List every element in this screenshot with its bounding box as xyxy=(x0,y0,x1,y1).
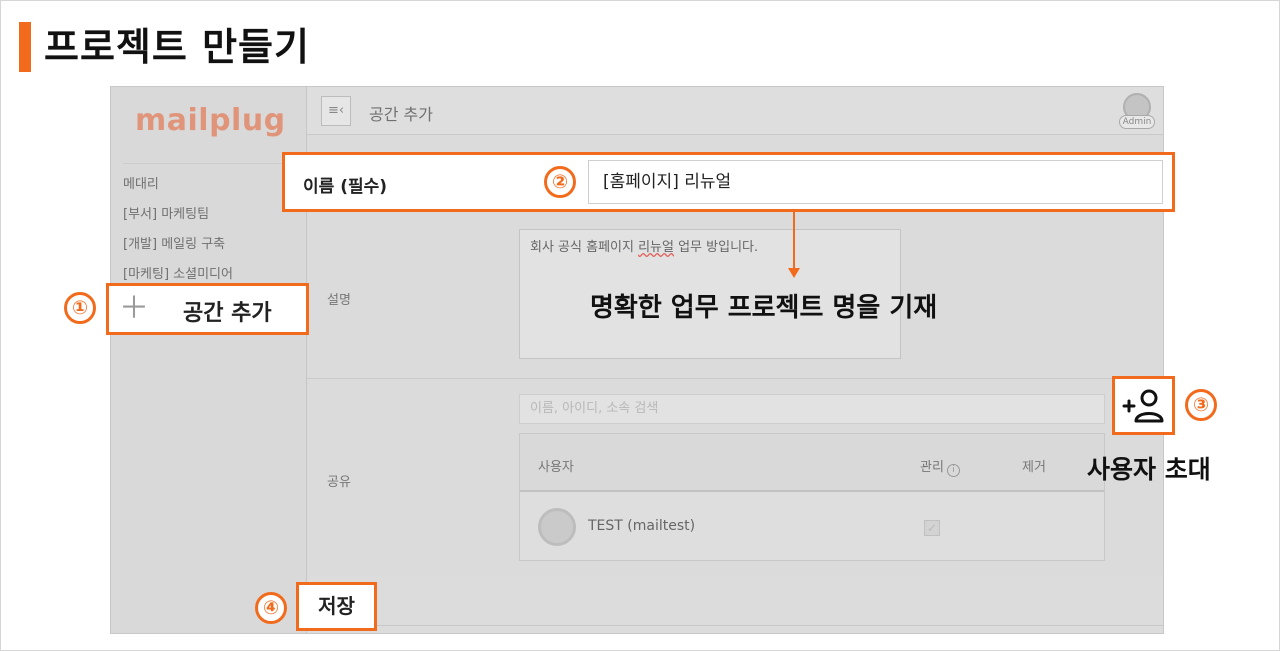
header-remove: 제거 xyxy=(1022,460,1046,475)
invite-user-button[interactable] xyxy=(1112,376,1175,435)
topbar-title: 공간 추가 xyxy=(369,105,433,124)
plus-icon: ＋ xyxy=(119,291,149,326)
sidebar: mailplug 메대리 [부서] 마케팅팀 [개발] 메일링 구축 [마케팅]… xyxy=(111,87,307,633)
header-user: 사용자 xyxy=(538,460,574,475)
info-icon[interactable]: i xyxy=(946,464,960,477)
title-accent-bar xyxy=(19,22,31,72)
share-label: 공유 xyxy=(327,475,351,490)
save-button[interactable]: 저장 xyxy=(296,582,377,631)
user-table: 사용자 관리 i 제거 TEST (mailtest) ✓ xyxy=(519,433,1105,561)
add-space-label: 공간 추가 xyxy=(183,301,272,326)
save-label: 저장 xyxy=(318,594,355,618)
user-name: TEST (mailtest) xyxy=(588,518,696,534)
page-title: 프로젝트 만들기 xyxy=(44,25,310,69)
name-input[interactable]: [홈페이지] 리뉴얼 xyxy=(588,160,1163,204)
callout-arrow-head xyxy=(788,268,800,278)
topbar: ≡‹ 공간 추가 Admin xyxy=(307,87,1163,135)
step-3-badge: ③ xyxy=(1185,389,1217,421)
invite-hint: 사용자 초대 xyxy=(1087,455,1211,484)
admin-avatar[interactable]: Admin xyxy=(1119,93,1155,129)
row-divider xyxy=(307,378,1163,379)
step-4-badge: ④ xyxy=(255,592,287,624)
user-avatar xyxy=(538,508,576,546)
step-2-badge: ② xyxy=(544,166,576,198)
sidebar-item[interactable]: 메대리 xyxy=(123,173,159,192)
description-label: 설명 xyxy=(327,293,351,308)
table-header: 사용자 관리 i 제거 xyxy=(520,434,1104,492)
sidebar-item[interactable]: [개발] 메일링 구축 xyxy=(123,233,225,252)
name-hint: 명확한 업무 프로젝트 명을 기재 xyxy=(590,293,938,323)
name-label: 이름 (필수) xyxy=(303,177,388,197)
admin-checkbox[interactable]: ✓ xyxy=(924,520,940,536)
sidebar-item[interactable]: [마케팅] 소셜미디어 xyxy=(123,263,233,282)
step-1-badge: ① xyxy=(64,292,96,324)
add-space-button[interactable]: ＋ 공간 추가 xyxy=(106,283,309,335)
callout-arrow xyxy=(793,212,795,272)
user-search-input[interactable]: 이름, 아이디, 소속 검색 xyxy=(519,394,1105,424)
sidebar-collapse-icon[interactable]: ≡‹ xyxy=(321,96,351,126)
app-logo: mailplug xyxy=(135,103,286,138)
name-row-highlight: 이름 (필수) [홈페이지] 리뉴얼 xyxy=(282,152,1175,212)
sidebar-item[interactable]: [부서] 마케팅팀 xyxy=(123,203,209,222)
sidebar-divider xyxy=(123,163,301,164)
add-user-icon xyxy=(1122,389,1164,423)
footer-divider xyxy=(307,625,1163,626)
header-admin: 관리 i xyxy=(920,456,960,477)
admin-tag: Admin xyxy=(1119,115,1155,129)
